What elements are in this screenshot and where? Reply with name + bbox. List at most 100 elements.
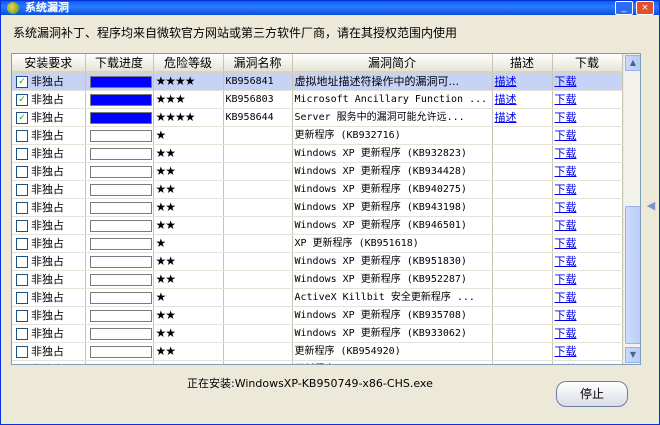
table-row[interactable]: 非独占 ★★ Windows XP 更新程序 (KB946501) 下载: [12, 216, 623, 235]
row-checkbox[interactable]: [16, 237, 28, 250]
col-download-progress[interactable]: 下载进度: [85, 54, 154, 73]
download-progress-bar: [89, 345, 152, 358]
download-link[interactable]: 下载: [555, 129, 577, 142]
download-link[interactable]: 下载: [555, 183, 577, 196]
row-checkbox[interactable]: [16, 129, 28, 142]
row-checkbox[interactable]: [16, 165, 28, 178]
description-link[interactable]: 描述: [495, 75, 517, 88]
table-row[interactable]: 非独占 ★ XP 更新程序 (KB951618) 下载: [12, 234, 623, 253]
vertical-scrollbar[interactable]: ▲ ▼: [623, 54, 640, 364]
cell-vulnerability-name: [223, 324, 293, 343]
col-vulnerability-summary[interactable]: 漏洞简介: [292, 54, 493, 73]
download-link[interactable]: 下载: [555, 291, 577, 304]
install-requirement-text: 非独占: [31, 363, 64, 365]
row-checkbox[interactable]: ✓: [16, 75, 28, 88]
close-button[interactable]: ×: [636, 1, 654, 15]
table-row[interactable]: ✓ 非独占 ★★★★ KB956841 虚拟地址描述符操作中的漏洞可... 描述 下载: [12, 72, 623, 91]
minimize-button[interactable]: _: [615, 1, 633, 15]
row-checkbox[interactable]: [16, 183, 28, 196]
cell-vulnerability-name: [223, 198, 293, 217]
cell-vulnerability-name: [223, 126, 293, 145]
collapse-arrow-icon[interactable]: ◀: [645, 193, 657, 219]
download-link[interactable]: 下载: [555, 237, 577, 250]
table-row[interactable]: ✓ 非独占 ★★★ KB956803 Microsoft Ancillary Funct…: [12, 90, 623, 109]
table-row[interactable]: 非独占 ★★ 更新程序 (KB954920) 下载: [12, 342, 623, 361]
download-link[interactable]: 下载: [555, 111, 577, 124]
risk-stars-icon: ★★: [155, 218, 176, 232]
cell-description: [492, 126, 553, 145]
row-checkbox[interactable]: [16, 219, 28, 232]
risk-stars-icon: ★: [155, 128, 167, 142]
cell-download-progress: [85, 288, 154, 307]
table-row[interactable]: 非独占 ★★ Windows XP 更新程序 (KB952287) 下载: [12, 270, 623, 289]
table-row[interactable]: 非独占 ★★ Windows XP 更新程序 (KB940275) 下载: [12, 180, 623, 199]
cell-risk-level: ★★: [153, 342, 224, 361]
row-checkbox[interactable]: [16, 147, 28, 160]
download-link[interactable]: 下载: [555, 363, 577, 365]
cell-download-progress: [85, 180, 154, 199]
stop-button[interactable]: 停止: [556, 381, 628, 407]
col-risk-level[interactable]: 危险等级: [153, 54, 224, 73]
table-row[interactable]: 非独占 ★★ 更新程序 (KB944043) 下载: [12, 360, 623, 365]
scroll-up-icon[interactable]: ▲: [625, 55, 640, 71]
cell-vulnerability-summary: Windows XP 更新程序 (KB946501): [292, 216, 493, 235]
cell-vulnerability-name: [223, 288, 293, 307]
scroll-down-icon[interactable]: ▼: [625, 347, 640, 363]
download-progress-bar: [89, 111, 152, 124]
cell-vulnerability-summary: 更新程序 (KB944043): [292, 360, 493, 364]
cell-download: 下载: [552, 72, 623, 91]
row-checkbox[interactable]: [16, 291, 28, 304]
row-checkbox[interactable]: [16, 255, 28, 268]
cell-download-progress: [85, 270, 154, 289]
download-link[interactable]: 下载: [555, 273, 577, 286]
vulnerability-summary: Windows XP 更新程序 (KB940275): [294, 184, 467, 195]
table-row[interactable]: 非独占 ★★ Windows XP 更新程序 (KB934428) 下载: [12, 162, 623, 181]
cell-download-progress: [85, 72, 154, 91]
table-row[interactable]: 非独占 ★★ Windows XP 更新程序 (KB943198) 下载: [12, 198, 623, 217]
row-checkbox[interactable]: [16, 345, 28, 358]
cell-install-requirement: 非独占: [12, 144, 86, 163]
cell-download: 下载: [552, 360, 623, 365]
cell-description: [492, 324, 553, 343]
description-link[interactable]: 描述: [495, 111, 517, 124]
download-link[interactable]: 下载: [555, 309, 577, 322]
risk-stars-icon: ★★★★: [155, 110, 196, 124]
row-checkbox[interactable]: [16, 273, 28, 286]
download-link[interactable]: 下载: [555, 255, 577, 268]
table-row[interactable]: 非独占 ★★ Windows XP 更新程序 (KB932823) 下载: [12, 144, 623, 163]
cell-download-progress: [85, 252, 154, 271]
col-download[interactable]: 下载: [552, 54, 623, 73]
download-link[interactable]: 下载: [555, 201, 577, 214]
table-row[interactable]: 非独占 ★★ Windows XP 更新程序 (KB935708) 下载: [12, 306, 623, 325]
row-checkbox[interactable]: [16, 309, 28, 322]
vulnerability-summary: Windows XP 更新程序 (KB935708): [294, 310, 467, 321]
risk-stars-icon: ★★★★: [155, 74, 196, 88]
row-checkbox[interactable]: ✓: [16, 111, 28, 124]
download-progress-fill: [90, 94, 151, 105]
table-row[interactable]: ✓ 非独占 ★★★★ KB958644 Server 服务中的漏洞可能允许远... 描述 下…: [12, 108, 623, 127]
cell-download: 下载: [552, 234, 623, 253]
row-checkbox[interactable]: ✓: [16, 93, 28, 106]
table-row[interactable]: 非独占 ★★ Windows XP 更新程序 (KB933062) 下载: [12, 324, 623, 343]
row-checkbox[interactable]: [16, 201, 28, 214]
table-row[interactable]: 非独占 ★★ Windows XP 更新程序 (KB951830) 下载: [12, 252, 623, 271]
download-link[interactable]: 下载: [555, 327, 577, 340]
table-row[interactable]: 非独占 ★ 更新程序 (KB932716) 下载: [12, 126, 623, 145]
col-install-requirement[interactable]: 安装要求: [12, 54, 86, 73]
row-checkbox[interactable]: [16, 327, 28, 340]
download-link[interactable]: 下载: [555, 345, 577, 358]
download-link[interactable]: 下载: [555, 165, 577, 178]
download-link[interactable]: 下载: [555, 93, 577, 106]
description-link[interactable]: 描述: [495, 93, 517, 106]
download-link[interactable]: 下载: [555, 75, 577, 88]
download-link[interactable]: 下载: [555, 147, 577, 160]
col-description[interactable]: 描述: [492, 54, 553, 73]
download-link[interactable]: 下载: [555, 219, 577, 232]
col-vulnerability-name[interactable]: 漏洞名称: [223, 54, 293, 73]
cell-vulnerability-name: [223, 144, 293, 163]
cell-vulnerability-summary: 更新程序 (KB954920): [292, 342, 493, 361]
table-row[interactable]: 非独占 ★ ActiveX Killbit 安全更新程序 ... 下载: [12, 288, 623, 307]
row-checkbox[interactable]: [16, 363, 28, 364]
cell-download-progress: [85, 144, 154, 163]
scroll-thumb[interactable]: [625, 206, 640, 344]
